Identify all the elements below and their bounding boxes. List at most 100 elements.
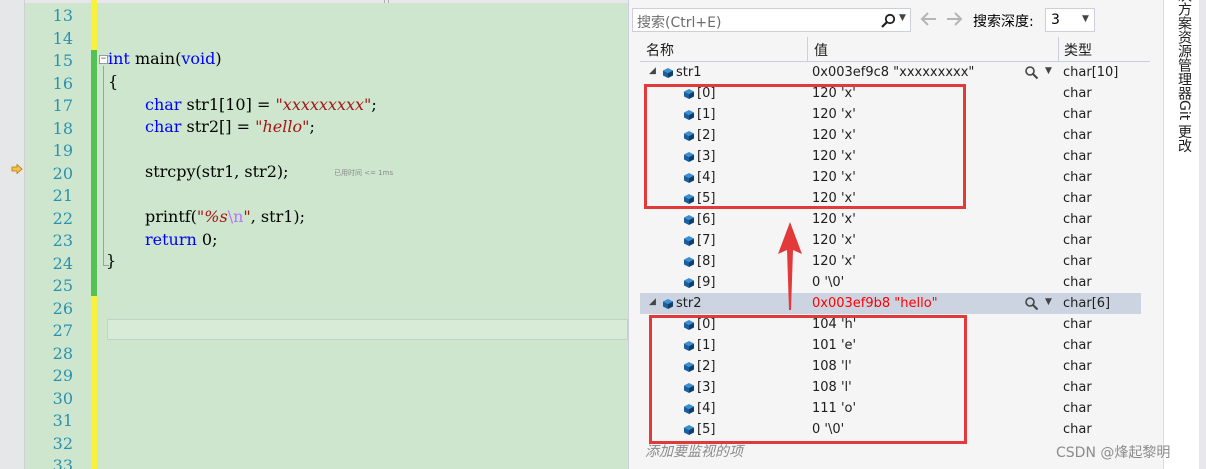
keyword: char [145,95,182,114]
code-text: main( [129,49,182,68]
collapse-toggle-icon[interactable]: − [99,55,108,64]
code-text: printf( [145,207,197,226]
search-depth-select[interactable]: 3 ▼ [1045,8,1095,32]
line-number: 33 [52,456,73,469]
keyword: return [145,230,197,249]
watch-type: char [1063,233,1092,248]
line-number: 21 [52,186,73,205]
watch-value[interactable]: 0x003ef9c8 "xxxxxxxxx" [812,65,974,80]
code-line-16[interactable]: { [108,72,118,95]
tab-solution-explorer[interactable]: 解决方案资源管理器 [1174,0,1194,100]
keyword: int [108,49,130,68]
search-placeholder: 搜索(Ctrl+E) [637,15,722,31]
annotation-box-str2 [649,315,967,444]
back-arrow-icon[interactable] [918,9,940,29]
fold-guide [103,66,104,266]
line-number: 17 [52,96,73,115]
variable-cube-icon [684,236,694,246]
tool-strip-scroll [1199,0,1206,469]
collapse-triangle-icon[interactable]: ◢ [649,297,656,307]
code-line-15[interactable]: int main(void) [108,49,222,72]
watch-element-row[interactable]: [6] 120 'x' char [640,209,1141,230]
watch-name: str1 [676,65,702,80]
string-literal: "%s [196,207,228,226]
watch-type: char[10] [1063,65,1119,80]
code-line-22[interactable]: printf("%s\n", str1); [145,207,305,230]
code-text: strcpy(str1, str2); [145,162,289,181]
chevron-down-icon[interactable]: ▼ [899,13,906,23]
string-literal: "xxxxxxxxx" [275,95,372,114]
search-input[interactable]: 搜索(Ctrl+E) ▼ [632,8,911,32]
code-text: 0; [196,230,218,249]
glyph-margin[interactable] [0,0,25,469]
code-text: } [106,251,117,270]
watch-value[interactable]: 0x003ef9b8 "hello" [812,296,938,311]
variable-cube-icon [684,257,694,267]
watch-type: char [1063,338,1092,353]
line-number: 20 [52,163,73,183]
breakpoint-arrow-icon [11,164,23,174]
watch-value[interactable]: 120 'x' [812,233,856,248]
line-number: 29 [52,366,73,385]
annotation-box-str1 [644,84,966,209]
string-literal: "hello" [255,117,310,136]
watch-value[interactable]: 120 'x' [812,212,856,227]
change-indicator-saved [91,50,97,296]
watch-type: char [1063,170,1092,185]
watch-variable-row[interactable]: ◢ str2 0x003ef9b8 "hello" ▼ char[6] [640,293,1141,314]
tab-git-changes[interactable]: Git 更改 [1174,100,1194,153]
watch-type: char [1063,275,1092,290]
code-editor[interactable]: 13 14 15 16 17 18 19 20 21 22 23 24 25 26 27 28 29 30 31 32… [0,0,628,469]
collapse-triangle-icon[interactable]: ◢ [649,66,656,76]
forward-arrow-icon[interactable] [943,9,965,29]
watch-element-row[interactable]: [8] 120 'x' char [640,251,1141,272]
code-line-23[interactable]: return 0; [145,230,217,253]
search-icon[interactable] [880,13,896,29]
add-watch-item[interactable]: 添加要监视的项 [645,441,743,461]
watch-variable-row[interactable]: ◢ str1 0x003ef9c8 "xxxxxxxxx" ▼ char[10] [640,62,1141,83]
side-tool-strip: 解决方案资源管理器 Git 更改 [1163,0,1206,469]
watch-type: char[6] [1063,296,1111,311]
variable-cube-icon [663,299,673,309]
line-number: 22 [52,208,73,228]
search-depth-label: 搜索深度: [973,14,1034,30]
code-line-18[interactable]: char str2[] = "hello"; [145,117,315,140]
watch-type: char [1063,401,1092,416]
chevron-down-icon[interactable]: ▼ [1045,297,1052,307]
perf-tip[interactable]: 已用时间 <= 1ms [334,168,393,178]
variable-cube-icon [663,68,673,78]
line-number: 16 [52,73,73,93]
column-type-header[interactable]: 类型 [1064,40,1092,60]
watch-name: [9] [697,275,716,290]
watch-name: str2 [676,296,702,311]
code-line-20[interactable]: strcpy(str1, str2); [145,162,289,185]
watch-value[interactable]: 120 'x' [812,254,856,269]
magnifier-icon[interactable] [1024,65,1039,80]
line-number: 23 [52,231,73,250]
watch-name: [8] [697,254,716,269]
column-name-header[interactable]: 名称 [646,40,674,60]
watch-type: char [1063,422,1092,437]
watch-element-row[interactable]: [9] 0 '\0' char [640,272,1141,293]
watch-element-row[interactable]: [7] 120 'x' char [640,230,1141,251]
line-number: 31 [52,411,73,430]
code-line-24[interactable]: } [106,251,116,274]
line-number: 27 [52,321,73,340]
line-number: 28 [52,343,73,363]
watch-name: [7] [697,233,716,248]
column-value-header[interactable]: 值 [814,40,828,60]
code-line-17[interactable]: char str1[10] = "xxxxxxxxx"; [145,95,377,118]
keyword: void [181,49,216,68]
column-divider[interactable] [1058,37,1059,61]
magnifier-icon[interactable] [1024,296,1039,311]
watch-name: [6] [697,212,716,227]
chevron-down-icon[interactable]: ▼ [1045,66,1052,76]
line-number: 18 [52,118,73,138]
keyword: char [145,117,182,136]
variable-cube-icon [684,278,694,288]
code-text: ) [215,49,222,68]
search-depth-value: 3 [1051,12,1060,28]
watch-value[interactable]: 0 '\0' [812,275,844,290]
column-divider[interactable] [807,37,808,61]
line-number: 30 [52,388,73,408]
